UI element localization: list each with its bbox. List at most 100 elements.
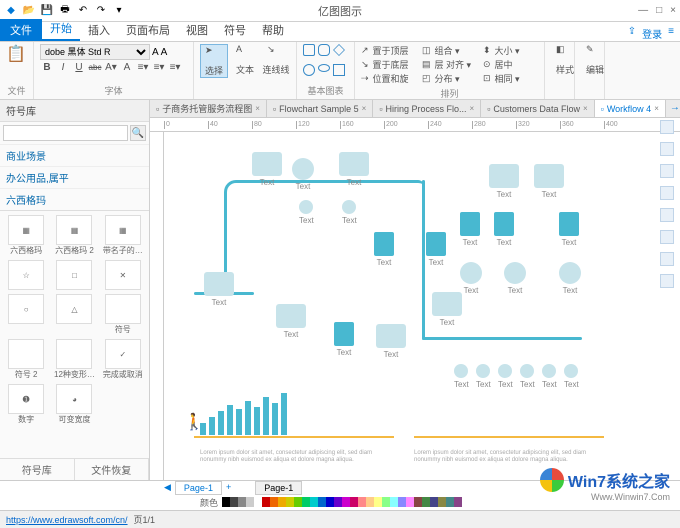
doc-tab[interactable]: ▫Flowchart Sample 5× bbox=[267, 100, 373, 117]
tab-view[interactable]: 视图 bbox=[178, 19, 216, 41]
lib-item[interactable]: 符号 bbox=[101, 294, 145, 335]
lib-item[interactable]: ▦带名子的… bbox=[101, 215, 145, 256]
rt-layer[interactable] bbox=[660, 208, 674, 222]
tab-home[interactable]: 开始 bbox=[42, 17, 80, 41]
workflow-node[interactable]: Text bbox=[476, 364, 491, 389]
save-icon[interactable]: 💾 bbox=[40, 4, 54, 18]
workflow-node[interactable]: Text bbox=[376, 324, 406, 359]
color-swatch[interactable] bbox=[366, 497, 374, 507]
workflow-node[interactable]: Text bbox=[498, 364, 513, 389]
open-icon[interactable]: 📂 bbox=[22, 4, 36, 18]
color-swatch[interactable] bbox=[318, 497, 326, 507]
send-back[interactable]: ↘置于底层 bbox=[361, 58, 416, 71]
color-swatch[interactable] bbox=[334, 497, 342, 507]
minimize-button[interactable]: — bbox=[638, 5, 648, 16]
rt-line[interactable] bbox=[660, 164, 674, 178]
color-swatch[interactable] bbox=[238, 497, 246, 507]
page-tab-1[interactable]: Page-1 bbox=[175, 481, 222, 495]
tab-recovery[interactable]: 文件恢复 bbox=[75, 459, 150, 480]
workflow-node[interactable]: Text bbox=[520, 364, 535, 389]
workflow-node[interactable]: Text bbox=[564, 364, 579, 389]
color-swatch[interactable] bbox=[302, 497, 310, 507]
workflow-node[interactable]: Text bbox=[460, 212, 480, 247]
italic-button[interactable]: I bbox=[56, 62, 70, 73]
rt-help[interactable] bbox=[660, 274, 674, 288]
position-btn[interactable]: ⇢位置和旋 bbox=[361, 72, 416, 85]
color-swatch[interactable] bbox=[222, 497, 230, 507]
maximize-button[interactable]: □ bbox=[656, 5, 662, 16]
color-swatch[interactable] bbox=[414, 497, 422, 507]
center-btn[interactable]: ⊙居中 bbox=[483, 58, 538, 71]
qat-dropdown-icon[interactable]: ▾ bbox=[112, 4, 126, 18]
color-swatch[interactable] bbox=[454, 497, 462, 507]
rt-format[interactable] bbox=[660, 120, 674, 134]
paste-icon[interactable]: 📋 bbox=[6, 44, 26, 64]
shape-hex[interactable] bbox=[333, 64, 345, 76]
rt-shadow[interactable] bbox=[660, 186, 674, 200]
lib-item[interactable]: 符号 2 bbox=[4, 339, 48, 380]
font-decrease-icon[interactable]: A bbox=[152, 47, 159, 58]
print-icon[interactable]: 🖶 bbox=[58, 4, 72, 18]
file-tab[interactable]: 文件 bbox=[0, 19, 42, 41]
fontcolor-button[interactable]: A▾ bbox=[104, 62, 118, 73]
connector-tool[interactable]: ↘连线线 bbox=[262, 44, 290, 78]
workflow-node[interactable]: Text bbox=[494, 212, 514, 247]
lib-item[interactable]: ○ bbox=[4, 294, 48, 335]
color-swatch[interactable] bbox=[278, 497, 286, 507]
workflow-node[interactable]: Text bbox=[489, 164, 519, 199]
font-increase-icon[interactable]: A bbox=[161, 47, 168, 58]
text-tool[interactable]: A文本 bbox=[231, 44, 259, 78]
doc-tab[interactable]: ▫子商务托管服务流程图× bbox=[150, 100, 267, 117]
cat-sixsigma[interactable]: 六西格玛 bbox=[0, 188, 149, 210]
workflow-node[interactable]: Text bbox=[252, 152, 282, 187]
workflow-node[interactable]: Text bbox=[342, 200, 357, 225]
add-page[interactable]: + bbox=[222, 481, 235, 495]
color-swatch[interactable] bbox=[254, 497, 262, 507]
workflow-node[interactable]: Text bbox=[432, 292, 462, 327]
workflow-node[interactable]: Text bbox=[339, 152, 369, 187]
lib-item[interactable]: ▦六西格玛 2 bbox=[52, 215, 96, 256]
color-swatch[interactable] bbox=[342, 497, 350, 507]
rt-fill[interactable] bbox=[660, 142, 674, 156]
color-swatch[interactable] bbox=[374, 497, 382, 507]
tab-symbol[interactable]: 符号 bbox=[216, 19, 254, 41]
color-swatch[interactable] bbox=[430, 497, 438, 507]
workflow-node[interactable]: Text bbox=[559, 262, 581, 295]
tab-nav-right[interactable]: → bbox=[666, 100, 680, 117]
workflow-node[interactable]: Text bbox=[426, 232, 446, 267]
lib-item[interactable]: ☆ bbox=[4, 260, 48, 290]
shape-ellipse[interactable] bbox=[318, 64, 330, 72]
bullets-button[interactable]: ≡▾ bbox=[136, 62, 150, 73]
workflow-node[interactable]: Text bbox=[504, 262, 526, 295]
color-swatch[interactable] bbox=[230, 497, 238, 507]
bold-button[interactable]: B bbox=[40, 62, 54, 73]
bring-front[interactable]: ↗置于顶层 bbox=[361, 44, 416, 57]
close-button[interactable]: × bbox=[670, 5, 676, 16]
size-btn[interactable]: ⬍大小 ▾ bbox=[483, 44, 538, 57]
lib-item[interactable]: ➊数字 bbox=[4, 384, 48, 425]
workflow-node[interactable]: Text bbox=[204, 272, 234, 307]
lib-item[interactable]: □ bbox=[52, 260, 96, 290]
rt-comment[interactable] bbox=[660, 252, 674, 266]
workflow-node[interactable]: Text bbox=[299, 200, 314, 225]
lib-item[interactable]: 12种变形… bbox=[52, 339, 96, 380]
color-swatch[interactable] bbox=[310, 497, 318, 507]
workflow-node[interactable]: Text bbox=[334, 322, 354, 357]
shape-rect[interactable] bbox=[303, 44, 315, 56]
tab-help[interactable]: 帮助 bbox=[254, 19, 292, 41]
lib-item[interactable]: ▦六西格玛 bbox=[4, 215, 48, 256]
shape-roundrect[interactable] bbox=[318, 44, 330, 56]
color-swatch[interactable] bbox=[398, 497, 406, 507]
doc-tab[interactable]: ▫Hiring Process Flo...× bbox=[373, 100, 481, 117]
color-swatch[interactable] bbox=[390, 497, 398, 507]
drawing-canvas[interactable]: 🚶 Lorem ipsum dolor sit amet, consectetu… bbox=[164, 132, 680, 480]
workflow-node[interactable]: Text bbox=[559, 212, 579, 247]
workflow-node[interactable]: Text bbox=[460, 262, 482, 295]
color-swatch[interactable] bbox=[246, 497, 254, 507]
lib-item[interactable]: ✕ bbox=[101, 260, 145, 290]
rt-page[interactable] bbox=[660, 230, 674, 244]
numbering-button[interactable]: ≡▾ bbox=[152, 62, 166, 73]
highlight-button[interactable]: A bbox=[120, 62, 134, 73]
color-swatch[interactable] bbox=[326, 497, 334, 507]
lib-item[interactable]: ✓完成或取消 bbox=[101, 339, 145, 380]
